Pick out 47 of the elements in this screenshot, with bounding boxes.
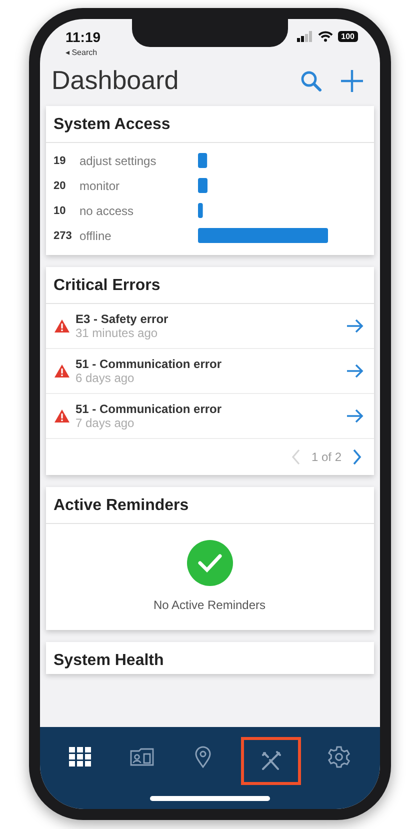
access-label: monitor bbox=[80, 178, 121, 192]
access-count: 19 bbox=[54, 154, 67, 168]
error-item[interactable]: 51 - Communication error 6 days ago bbox=[46, 349, 374, 394]
card-title: System Health bbox=[52, 651, 165, 671]
access-label: no access bbox=[80, 204, 135, 218]
error-item[interactable]: 51 - Communication error 7 days ago bbox=[46, 394, 374, 439]
status-time: 11:19 bbox=[66, 29, 101, 45]
error-item[interactable]: E3 - Safety error 31 minutes ago bbox=[46, 304, 374, 349]
page-indicator: 1 of 2 bbox=[311, 450, 342, 464]
battery-level: 100 bbox=[338, 31, 358, 42]
search-icon[interactable] bbox=[300, 70, 322, 92]
access-bar bbox=[198, 178, 207, 193]
wifi-icon bbox=[318, 31, 334, 42]
page-title: Dashboard bbox=[52, 65, 179, 96]
access-bar bbox=[198, 153, 207, 168]
error-title: E3 - Safety error bbox=[76, 312, 170, 326]
next-page-icon[interactable] bbox=[352, 449, 362, 465]
signal-icon bbox=[297, 31, 314, 42]
error-title: 51 - Communication error bbox=[76, 402, 223, 416]
warning-icon bbox=[54, 319, 70, 333]
empty-message: No Active Reminders bbox=[153, 598, 266, 612]
card-title: System Access bbox=[46, 106, 374, 143]
check-circle-icon bbox=[186, 540, 232, 586]
access-count: 273 bbox=[54, 228, 73, 244]
access-bar bbox=[198, 203, 202, 218]
warning-icon bbox=[54, 364, 70, 378]
access-count: 10 bbox=[54, 204, 67, 218]
id-card-icon bbox=[130, 748, 154, 766]
warning-icon bbox=[54, 409, 70, 423]
location-pin-icon bbox=[195, 746, 212, 768]
error-time: 31 minutes ago bbox=[76, 326, 159, 340]
arrow-right-icon[interactable] bbox=[346, 364, 364, 378]
error-title: 51 - Communication error bbox=[76, 357, 223, 371]
grid-icon bbox=[69, 747, 92, 767]
card-title: Critical Errors bbox=[46, 267, 374, 304]
settings-icon bbox=[328, 746, 350, 768]
access-label: offline bbox=[80, 228, 112, 242]
arrow-right-icon[interactable] bbox=[346, 319, 364, 333]
access-count: 20 bbox=[54, 178, 67, 194]
card-title: Active Reminders bbox=[46, 487, 374, 524]
arrow-right-icon[interactable] bbox=[346, 409, 364, 423]
add-icon[interactable] bbox=[340, 68, 364, 92]
error-time: 7 days ago bbox=[76, 416, 136, 430]
back-link[interactable]: ◂ Search bbox=[66, 48, 98, 57]
tools-icon bbox=[260, 750, 282, 772]
error-time: 6 days ago bbox=[76, 371, 136, 385]
access-label: adjust settings bbox=[80, 154, 158, 168]
